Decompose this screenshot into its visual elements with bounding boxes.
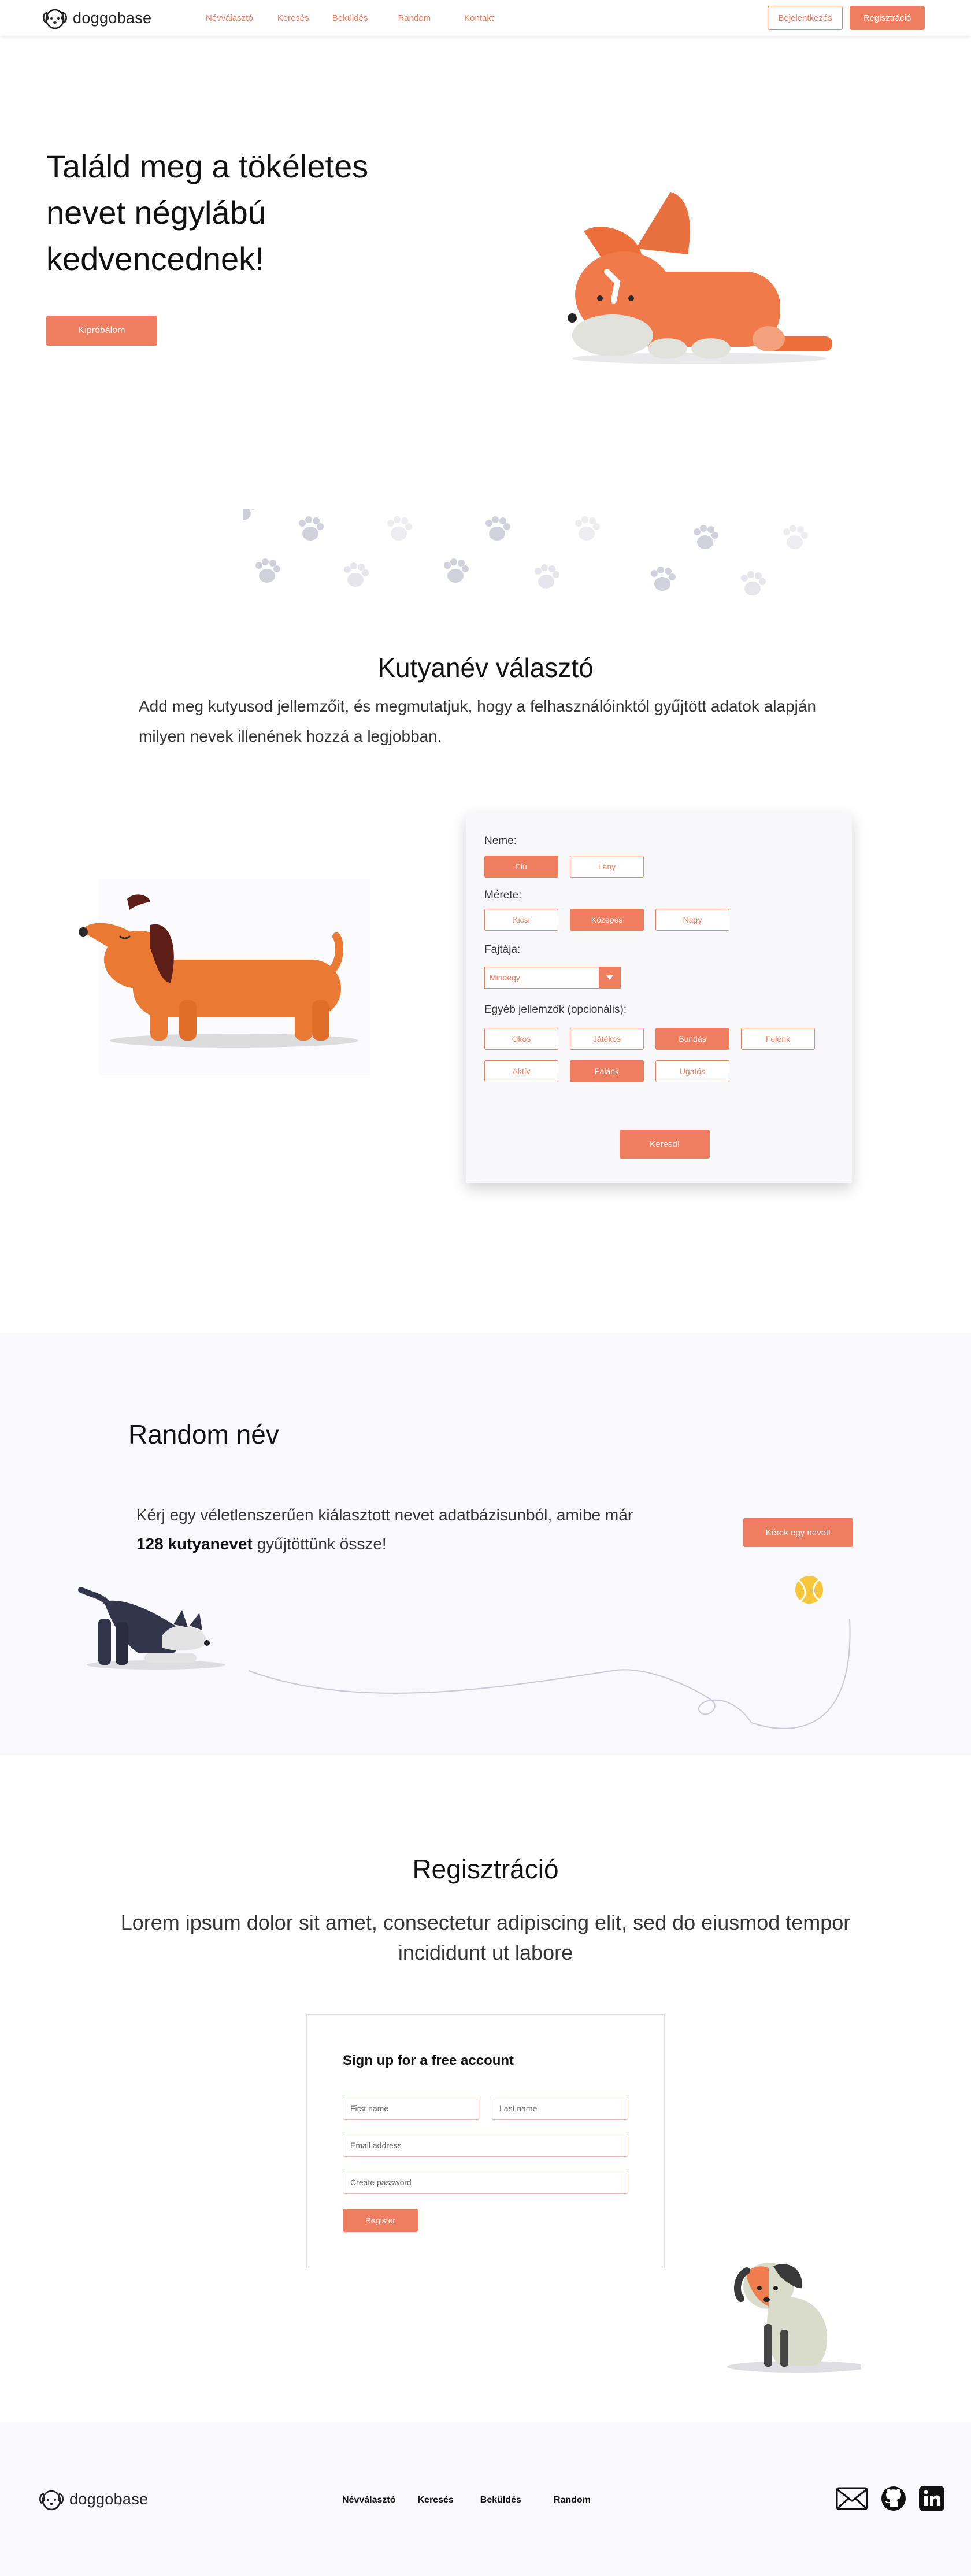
paw-icon bbox=[243, 509, 255, 520]
size-option-kicsi[interactable]: Kicsi bbox=[484, 909, 558, 931]
nav-link-nevvalaszto[interactable]: Névválasztó bbox=[206, 13, 253, 23]
breed-select-value: Mindegy bbox=[490, 973, 520, 982]
login-button[interactable]: Bejelentkezés bbox=[768, 6, 843, 30]
trait-option-aktiv[interactable]: Aktív bbox=[484, 1060, 558, 1082]
footer: doggobase Névválasztó Keresés Beküldés R… bbox=[0, 2422, 971, 2576]
footer-link-random[interactable]: Random bbox=[554, 2495, 591, 2505]
register-nav-button[interactable]: Regisztráció bbox=[850, 6, 925, 30]
social-icons bbox=[836, 2486, 944, 2511]
footer-links: Névválasztó Keresés Beküldés Random bbox=[342, 2495, 591, 2505]
tennis-ball-icon bbox=[795, 1576, 823, 1604]
traits-label: Egyéb jellemzők (opcionális): bbox=[484, 1004, 627, 1016]
email-field[interactable] bbox=[343, 2134, 628, 2157]
trait-option-jatekos[interactable]: Játékos bbox=[570, 1028, 644, 1050]
trait-option-falank[interactable]: Falánk bbox=[570, 1060, 644, 1082]
sex-label: Neme: bbox=[484, 835, 517, 847]
nav-link-bekuldes[interactable]: Beküldés bbox=[332, 13, 368, 23]
paw-prints-decoration bbox=[243, 509, 808, 595]
name-picker-form: Neme: Fiú Lány Mérete: Kicsi Közepes Nag… bbox=[466, 813, 852, 1183]
picker-description: Add meg kutyusod jellemzőit, és megmutat… bbox=[139, 697, 817, 745]
footer-brand-name: doggobase bbox=[69, 2490, 149, 2508]
footer-link-nevvalaszto[interactable]: Névválasztó bbox=[342, 2495, 396, 2505]
last-name-field[interactable] bbox=[492, 2097, 628, 2120]
random-title: Random név bbox=[128, 1419, 279, 1449]
footer-brand-logo[interactable]: doggobase bbox=[38, 2487, 148, 2511]
try-it-button[interactable]: Kipróbálom bbox=[46, 316, 157, 346]
nav-link-kontakt[interactable]: Kontakt bbox=[464, 13, 494, 23]
sitting-dog-illustration bbox=[727, 2263, 861, 2373]
signup-title: Sign up for a free account bbox=[343, 2053, 514, 2068]
github-icon[interactable] bbox=[881, 2486, 906, 2511]
nav-links: Névválasztó Keresés Beküldés Random Kont… bbox=[206, 0, 494, 36]
brand-name: doggobase bbox=[73, 9, 152, 27]
search-button[interactable]: Keresd! bbox=[620, 1130, 710, 1159]
nav-link-random[interactable]: Random bbox=[398, 13, 431, 23]
sex-option-fiu[interactable]: Fiú bbox=[484, 856, 558, 878]
trait-option-felenk[interactable]: Felénk bbox=[741, 1028, 815, 1050]
first-name-field[interactable] bbox=[343, 2097, 479, 2120]
top-navbar: doggobase Névválasztó Keresés Beküldés R… bbox=[0, 0, 971, 36]
size-option-kozepes[interactable]: Közepes bbox=[570, 909, 644, 931]
breed-label: Fajtája: bbox=[484, 943, 521, 956]
trait-option-ugatos[interactable]: Ugatós bbox=[655, 1060, 729, 1082]
footer-link-kereses[interactable]: Keresés bbox=[418, 2495, 454, 2505]
signup-form: Sign up for a free account Register bbox=[306, 2014, 665, 2268]
random-desc-before: Kérj egy véletlenszerűen kiálasztott nev… bbox=[136, 1506, 633, 1524]
hero-title: Találd meg a tökéletes nevet négylábú ke… bbox=[46, 148, 369, 277]
dog-logo-icon bbox=[43, 9, 67, 29]
brand-logo[interactable]: doggobase bbox=[42, 6, 151, 30]
page: doggobase Névválasztó Keresés Beküldés R… bbox=[0, 0, 971, 2576]
password-field[interactable] bbox=[343, 2171, 628, 2194]
size-option-nagy[interactable]: Nagy bbox=[655, 909, 729, 931]
register-button[interactable]: Register bbox=[343, 2209, 418, 2232]
picker-title: Kutyanév választó bbox=[377, 653, 594, 683]
nav-link-kereses[interactable]: Keresés bbox=[277, 13, 309, 23]
footer-link-bekuldes[interactable]: Beküldés bbox=[480, 2495, 521, 2505]
trait-option-okos[interactable]: Okos bbox=[484, 1028, 558, 1050]
size-label: Mérete: bbox=[484, 889, 522, 901]
registration-subtitle: Lorem ipsum dolor sit amet, consectetur … bbox=[120, 1911, 851, 1964]
registration-title: Regisztráció bbox=[412, 1854, 559, 1884]
linkedin-icon[interactable] bbox=[919, 2486, 944, 2511]
sex-option-lany[interactable]: Lány bbox=[570, 856, 644, 878]
random-name-button[interactable]: Kérek egy nevet! bbox=[743, 1518, 853, 1547]
lying-corgi-illustration bbox=[568, 192, 832, 364]
breed-select[interactable]: Mindegy bbox=[484, 967, 621, 989]
mail-icon[interactable] bbox=[836, 2487, 868, 2510]
dachshund-illustration bbox=[79, 879, 370, 1075]
trait-option-bundas[interactable]: Bundás bbox=[655, 1028, 729, 1050]
playing-dog-illustration bbox=[78, 1576, 851, 1729]
chevron-down-icon[interactable] bbox=[599, 967, 621, 989]
dog-logo-icon bbox=[39, 2490, 64, 2511]
